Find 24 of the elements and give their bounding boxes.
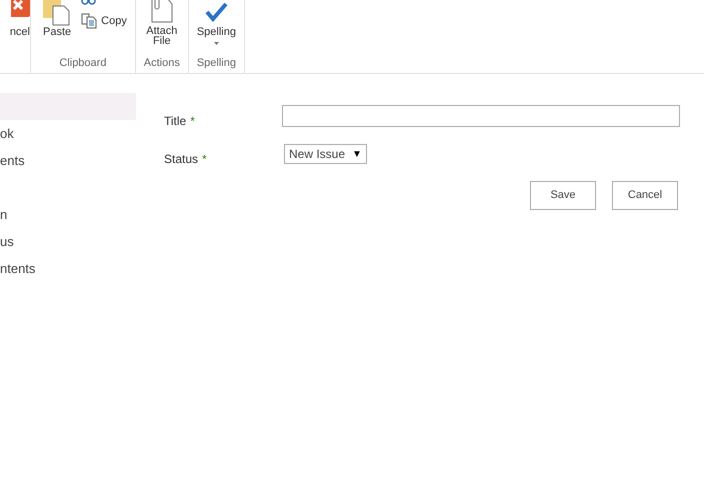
required-mark: * [202,151,207,168]
cancel-button[interactable]: Cancel [612,181,678,210]
sidebar-item[interactable]: ents [0,147,136,174]
field-label: Status [164,151,198,168]
sidebar-item[interactable]: ok [0,120,136,147]
check-icon [203,0,230,22]
input-field[interactable] [282,105,680,127]
caret-icon [214,42,219,45]
group-label: Clipboard [58,56,108,70]
attach-file-button[interactable]: Attach File [136,0,188,46]
cancel-button[interactable]: ncel [0,0,30,38]
group-label: Actions [142,56,181,70]
dropdown[interactable]: New Issue ▼ [284,144,367,164]
save-button[interactable]: Save [530,181,596,210]
sidebar-item[interactable]: us [0,228,136,255]
copy-button[interactable]: Copy [81,13,127,30]
group-label: Spelling [196,56,237,70]
sidebar-item[interactable]: ntents [0,255,136,282]
copy-icon [81,13,98,30]
paste-button[interactable]: Paste [43,0,72,38]
field-label: Title [164,113,186,130]
sidebar-item[interactable]: n [0,201,136,228]
spelling-button[interactable]: Spelling [188,0,244,45]
required-mark: * [190,113,195,130]
